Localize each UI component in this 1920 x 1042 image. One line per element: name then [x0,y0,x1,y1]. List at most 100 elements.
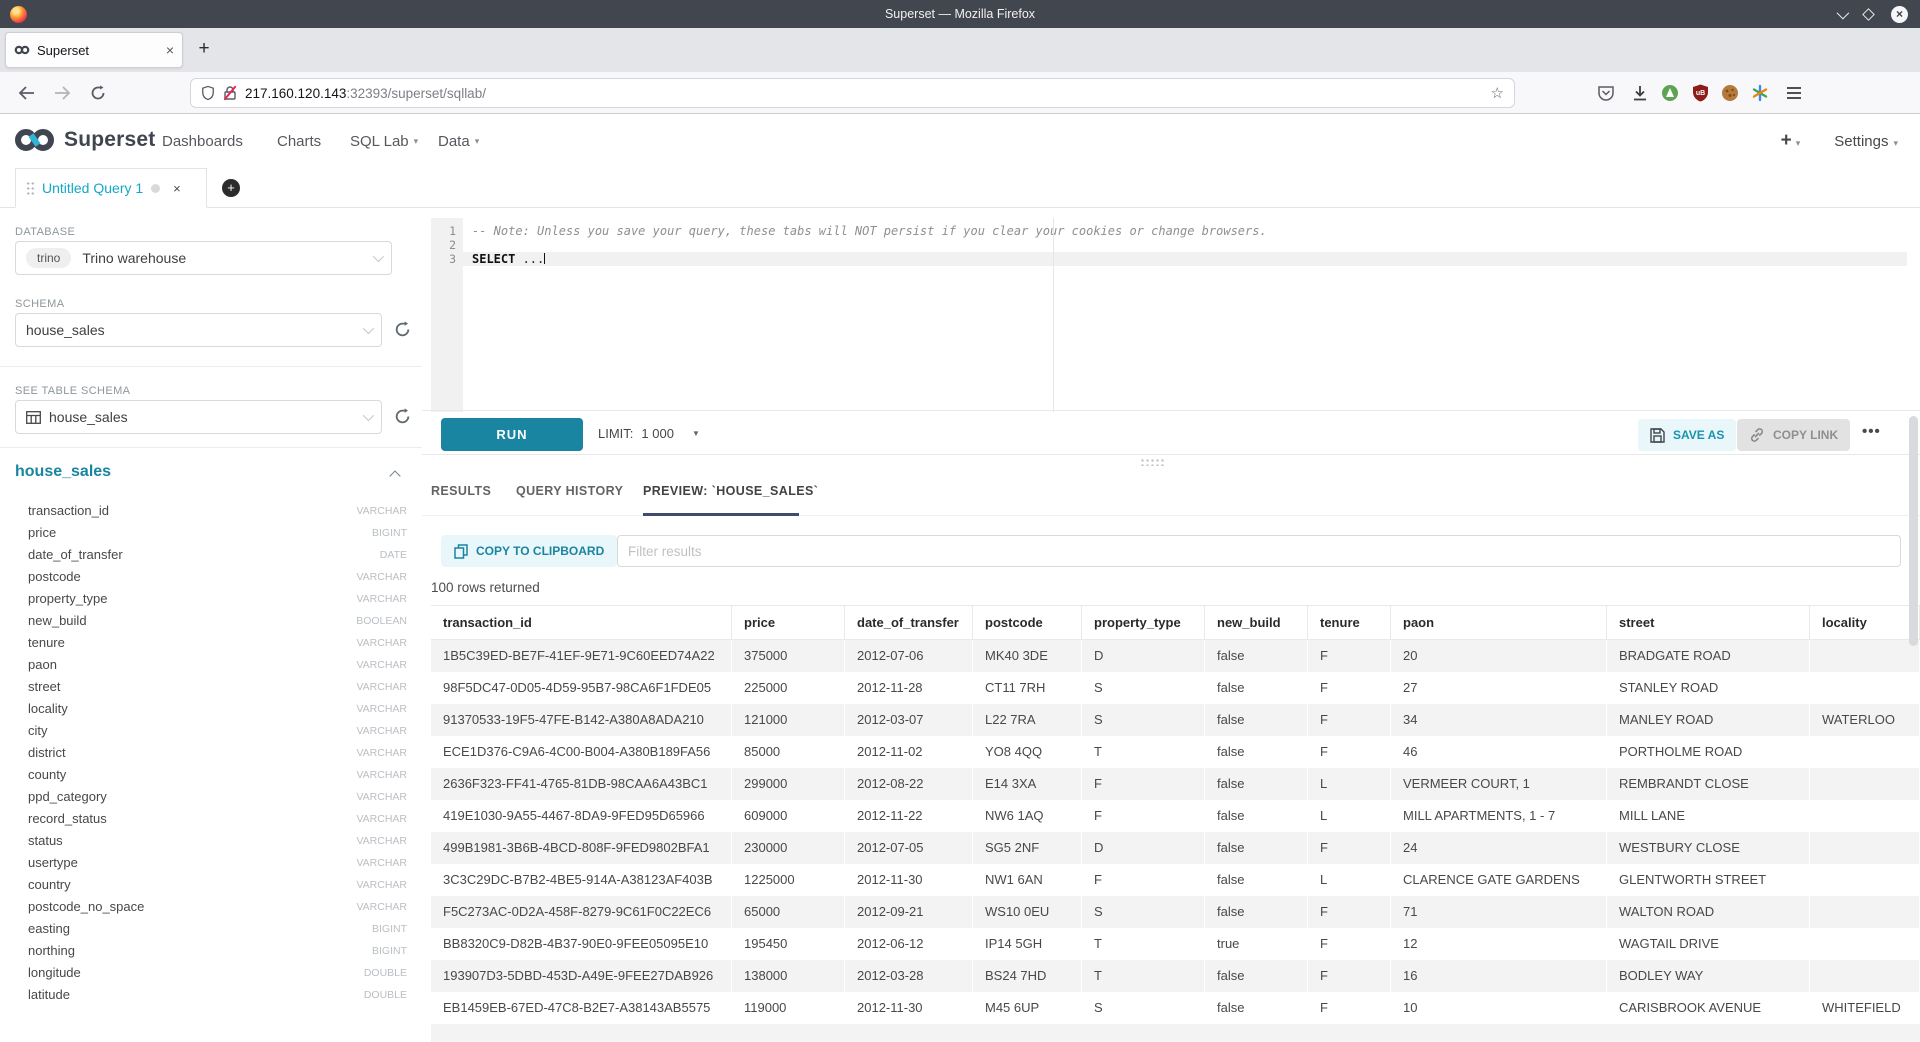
schema-column-row[interactable]: record_statusVARCHAR [0,808,422,830]
results-table[interactable]: transaction_idpricedate_of_transferpostc… [431,605,1920,1042]
schema-column-row[interactable]: northingBIGINT [0,940,422,962]
copy-link-button[interactable]: COPY LINK [1737,419,1850,451]
tab-results[interactable]: RESULTS [431,484,491,498]
containers-asterisk-icon[interactable] [1746,72,1774,114]
drag-handle-icon[interactable] [26,181,34,195]
window-close-icon[interactable]: × [1891,6,1908,23]
schema-column-row[interactable]: postcode_no_spaceVARCHAR [0,896,422,918]
query-tab-close-icon[interactable]: × [173,181,181,196]
table-header-cell[interactable]: paon [1391,606,1607,639]
copy-to-clipboard-button[interactable]: COPY TO CLIPBOARD [441,535,617,567]
save-as-button[interactable]: SAVE AS [1638,419,1736,451]
schema-column-row[interactable]: ppd_categoryVARCHAR [0,786,422,808]
cookie-icon[interactable] [1716,72,1744,114]
new-tab-button[interactable]: + [190,36,218,64]
schema-column-row[interactable]: paonVARCHAR [0,654,422,676]
privacy-badger-icon[interactable] [1656,72,1684,114]
refresh-schema-icon[interactable] [394,321,411,338]
settings-menu[interactable]: Settings▾ [1834,133,1898,150]
tab-query-history[interactable]: QUERY HISTORY [516,484,623,498]
scrollbar-thumb[interactable] [1909,416,1918,646]
table-row[interactable]: 3C3C29DC-B7B2-4BE5-914A-A38123AF403B1225… [431,864,1920,896]
download-icon[interactable] [1626,72,1654,114]
superset-logo[interactable]: Superset [14,126,155,154]
schema-column-row[interactable]: countryVARCHAR [0,874,422,896]
nav-item-data[interactable]: Data▾ [438,114,479,168]
schema-column-row[interactable]: transaction_idVARCHAR [0,500,422,522]
back-icon[interactable] [12,72,40,114]
schema-column-row[interactable]: property_typeVARCHAR [0,588,422,610]
database-select[interactable]: trino Trino warehouse [15,241,392,275]
schema-column-row[interactable]: streetVARCHAR [0,676,422,698]
add-query-tab-button[interactable]: + [222,179,240,197]
table-header-cell[interactable]: street [1607,606,1810,639]
browser-tab-superset[interactable]: Superset × [5,32,183,68]
table-header-cell[interactable]: tenure [1308,606,1391,639]
nav-item-sql-lab[interactable]: SQL Lab▾ [350,114,418,168]
url-bar[interactable]: 217.160.120.143:32393/superset/sqllab/ ☆ [190,78,1515,108]
table-header-cell[interactable]: transaction_id [431,606,732,639]
run-button[interactable]: RUN [441,418,583,451]
table-row[interactable]: F5C273AC-0D2A-458F-8279-9C61F0C22EC66500… [431,896,1920,928]
table-header-cell[interactable]: property_type [1082,606,1205,639]
schema-column-row[interactable]: cityVARCHAR [0,720,422,742]
table-row[interactable]: 193907D3-5DBD-453D-A49E-9FEE27DAB9261380… [431,960,1920,992]
schema-column-row[interactable]: usertypeVARCHAR [0,852,422,874]
forward-icon[interactable] [48,72,76,114]
pocket-icon[interactable] [1592,72,1620,114]
schema-column-row[interactable]: tenureVARCHAR [0,632,422,654]
add-new-button[interactable]: +▾ [1781,130,1801,152]
schema-column-row[interactable]: statusVARCHAR [0,830,422,852]
schema-column-row[interactable]: countyVARCHAR [0,764,422,786]
table-header-cell[interactable]: date_of_transfer [845,606,973,639]
sql-editor[interactable]: 1 2 3 -- Note: Unless you save your quer… [431,218,1907,412]
table-cell: false [1205,768,1308,800]
table-row[interactable]: 1B5C39ED-BE7F-41EF-9E71-9C60EED74A223750… [431,640,1920,672]
schema-select[interactable]: house_sales [15,313,382,347]
floppy-icon [1650,428,1665,443]
ublock-icon[interactable]: uB [1686,72,1714,114]
schema-column-row[interactable]: districtVARCHAR [0,742,422,764]
browser-tab-close-icon[interactable]: × [166,42,174,58]
table-row[interactable]: BB8320C9-D82B-4B37-90E0-9FEE05095E101954… [431,928,1920,960]
refresh-table-icon[interactable] [394,408,411,425]
tab-preview-house-sales[interactable]: PREVIEW: `HOUSE_SALES` [643,484,818,498]
table-row[interactable]: 2636F323-FF41-4765-81DB-98CAA6A43BC12990… [431,768,1920,800]
filter-results-input[interactable] [617,535,1901,567]
pane-resize-handle[interactable] [1140,458,1164,466]
nav-item-charts[interactable]: Charts [277,114,321,168]
table-header-cell[interactable]: price [732,606,845,639]
schema-column-row[interactable]: date_of_transferDATE [0,544,422,566]
schema-column-row[interactable]: priceBIGINT [0,522,422,544]
menu-hamburger-icon[interactable] [1780,72,1808,114]
table-row[interactable]: 91370533-19F5-47FE-B142-A380A8ADA2101210… [431,704,1920,736]
bookmark-star-icon[interactable]: ☆ [1491,84,1504,102]
query-tab-active[interactable]: Untitled Query 1 × [15,168,207,208]
table-header-cell[interactable]: locality [1810,606,1920,639]
schema-column-row[interactable]: latitudeDOUBLE [0,984,422,1006]
reload-icon[interactable] [84,72,112,114]
table-header-cell[interactable]: new_build [1205,606,1308,639]
shield-icon[interactable] [201,85,215,101]
insecure-lock-icon[interactable] [223,85,237,101]
more-actions-button[interactable]: ••• [1862,423,1881,440]
limit-dropdown[interactable]: LIMIT: 1 000 ▼ [598,411,700,456]
schema-column-row[interactable]: postcodeVARCHAR [0,566,422,588]
schema-column-row[interactable]: eastingBIGINT [0,918,422,940]
table-row[interactable]: ECE1D376-C9A6-4C00-B004-A380B189FA568500… [431,736,1920,768]
schema-column-row[interactable]: localityVARCHAR [0,698,422,720]
table-schema-select[interactable]: house_sales [15,400,382,434]
window-minimize-icon[interactable] [1837,6,1850,19]
table-row[interactable]: 499B1981-3B6B-4BCD-808F-9FED9802BFA12300… [431,832,1920,864]
table-row[interactable]: 419E1030-9A55-4467-8DA9-9FED95D659666090… [431,800,1920,832]
window-maximize-icon[interactable] [1862,8,1875,21]
table-header-cell[interactable]: postcode [973,606,1082,639]
table-name-header[interactable]: house_sales [15,463,111,481]
collapse-table-icon[interactable] [389,470,400,481]
table-row[interactable]: 98F5DC47-0D05-4D59-95B7-98CA6F1FDE052250… [431,672,1920,704]
table-row[interactable]: EB1459EB-67ED-47C8-B2E7-A38143AB55751190… [431,992,1920,1024]
schema-column-row[interactable]: new_buildBOOLEAN [0,610,422,632]
nav-item-dashboards[interactable]: Dashboards [162,114,243,168]
schema-column-row[interactable]: longitudeDOUBLE [0,962,422,984]
table-cell: CARISBROOK AVENUE [1607,992,1810,1024]
